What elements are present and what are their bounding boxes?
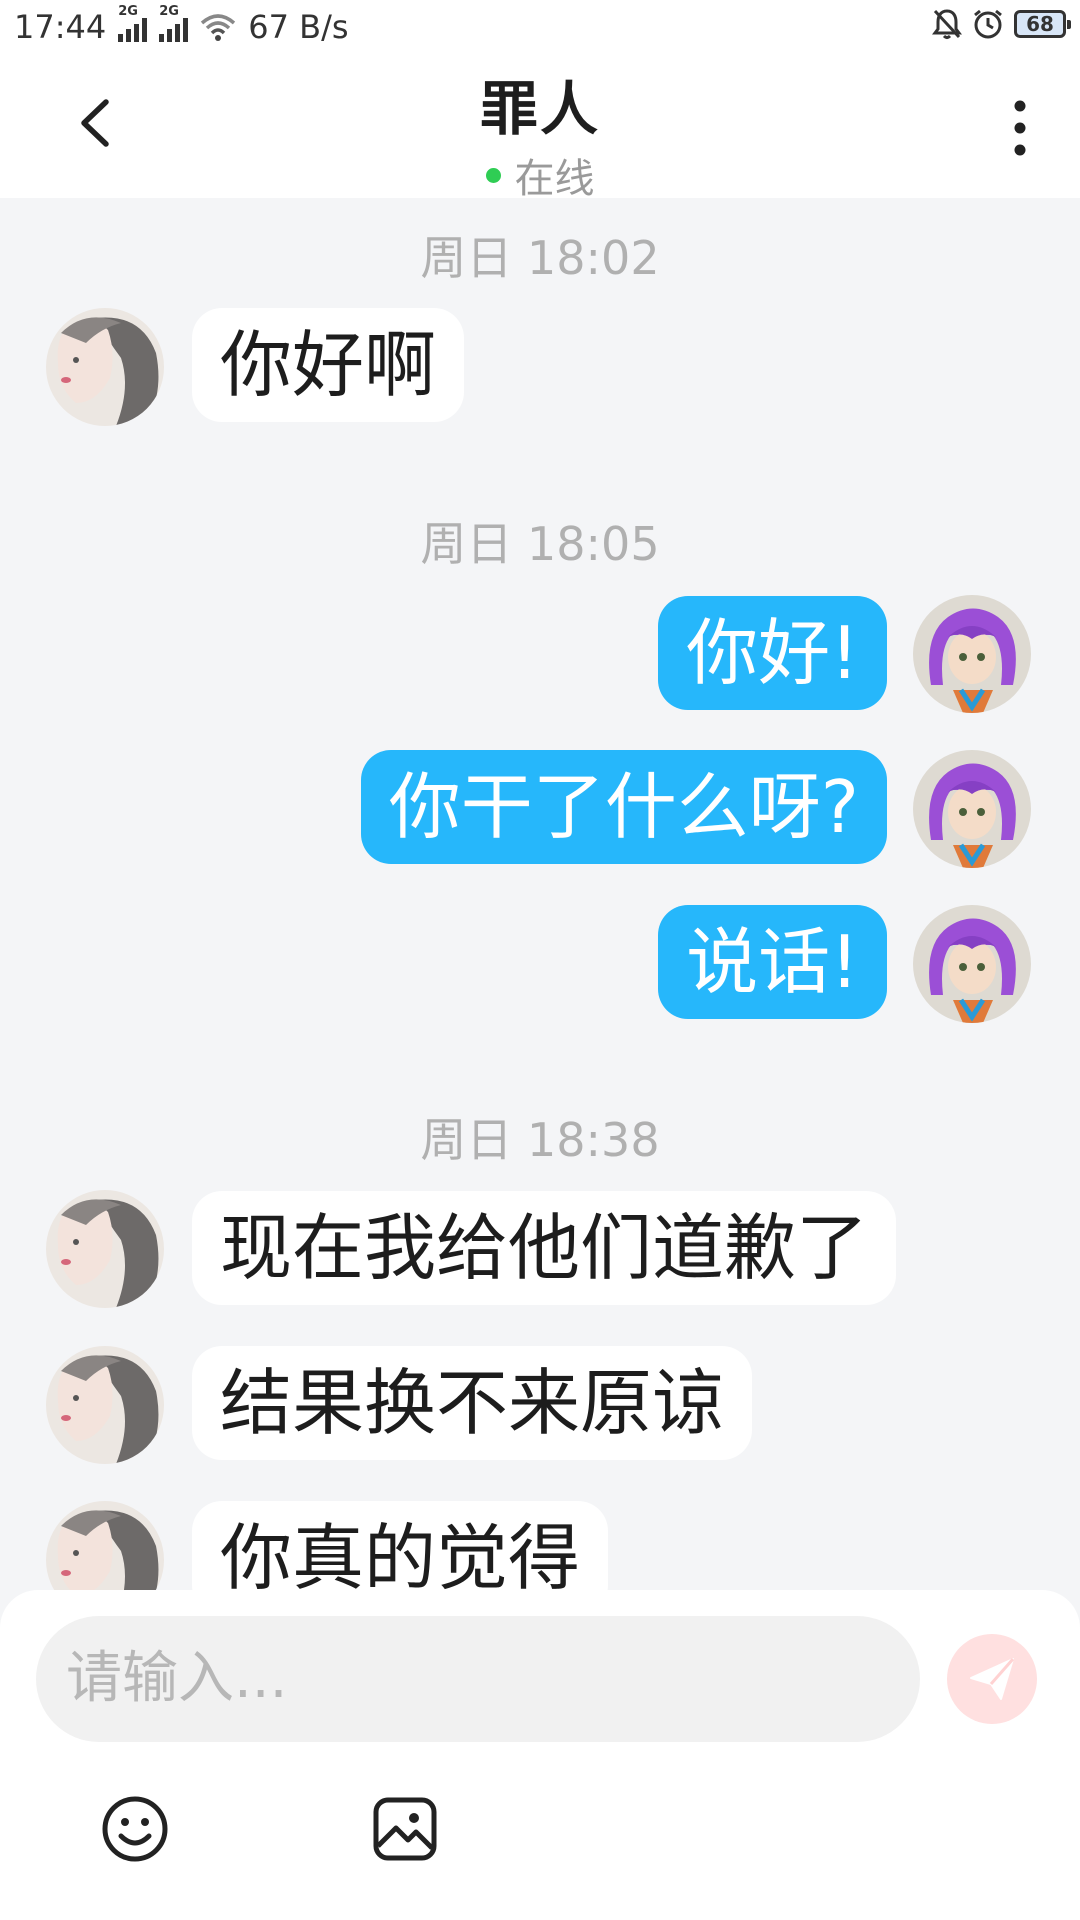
battery-icon: 68 xyxy=(1014,10,1071,38)
message-bubble[interactable]: 你干了什么呀? xyxy=(360,750,887,864)
message-bubble[interactable]: 现在我给他们道歉了 xyxy=(192,1191,897,1305)
my-avatar[interactable] xyxy=(913,905,1031,1023)
message-bubble[interactable]: 说话! xyxy=(658,905,887,1019)
contact-avatar[interactable] xyxy=(46,308,164,426)
my-avatar[interactable] xyxy=(913,595,1031,713)
signal-icon: 2G xyxy=(159,4,189,42)
timestamp: 周日 18:02 xyxy=(420,231,660,285)
message-bubble[interactable]: 你好! xyxy=(658,596,887,710)
more-vertical-icon[interactable] xyxy=(1010,100,1030,156)
net-speed: 67 B/s xyxy=(248,8,349,46)
online-dot xyxy=(485,167,501,183)
alarm-icon xyxy=(974,9,1002,39)
send-icon xyxy=(970,1658,1015,1700)
my-avatar[interactable] xyxy=(913,750,1031,868)
message-input[interactable]: 请输入... xyxy=(36,1616,920,1742)
wifi-icon xyxy=(201,14,236,41)
message-bubble[interactable]: 你好啊 xyxy=(192,308,465,422)
contact-name: 罪人 xyxy=(479,75,600,143)
presence-status: 在线 xyxy=(0,146,1080,204)
message-list[interactable]: 周日 18:02 你好啊 周日 18:05 你好! 你干了什么呀? 说话! 周日… xyxy=(0,198,1080,1590)
send-button[interactable] xyxy=(947,1634,1037,1724)
status-bar: 17:44 2G 2G 67 B/s 68 xyxy=(0,0,1080,56)
timestamp: 周日 18:38 xyxy=(420,1113,660,1167)
smiley-icon[interactable] xyxy=(100,1794,170,1864)
contact-avatar[interactable] xyxy=(46,1346,164,1464)
message-bubble[interactable]: 你真的觉得 xyxy=(192,1501,609,1590)
signal-icon: 2G xyxy=(118,4,148,42)
chat-header: 罪人 在线 xyxy=(0,56,1080,202)
message-bubble[interactable]: 结果换不来原谅 xyxy=(192,1346,753,1460)
contact-avatar[interactable] xyxy=(46,1501,164,1590)
image-icon[interactable] xyxy=(370,1794,440,1864)
clock: 17:44 xyxy=(14,8,107,46)
contact-avatar[interactable] xyxy=(46,1190,164,1308)
composer: 请输入... xyxy=(0,1590,1080,1920)
timestamp: 周日 18:05 xyxy=(420,517,660,571)
mute-bell-icon xyxy=(932,9,962,39)
